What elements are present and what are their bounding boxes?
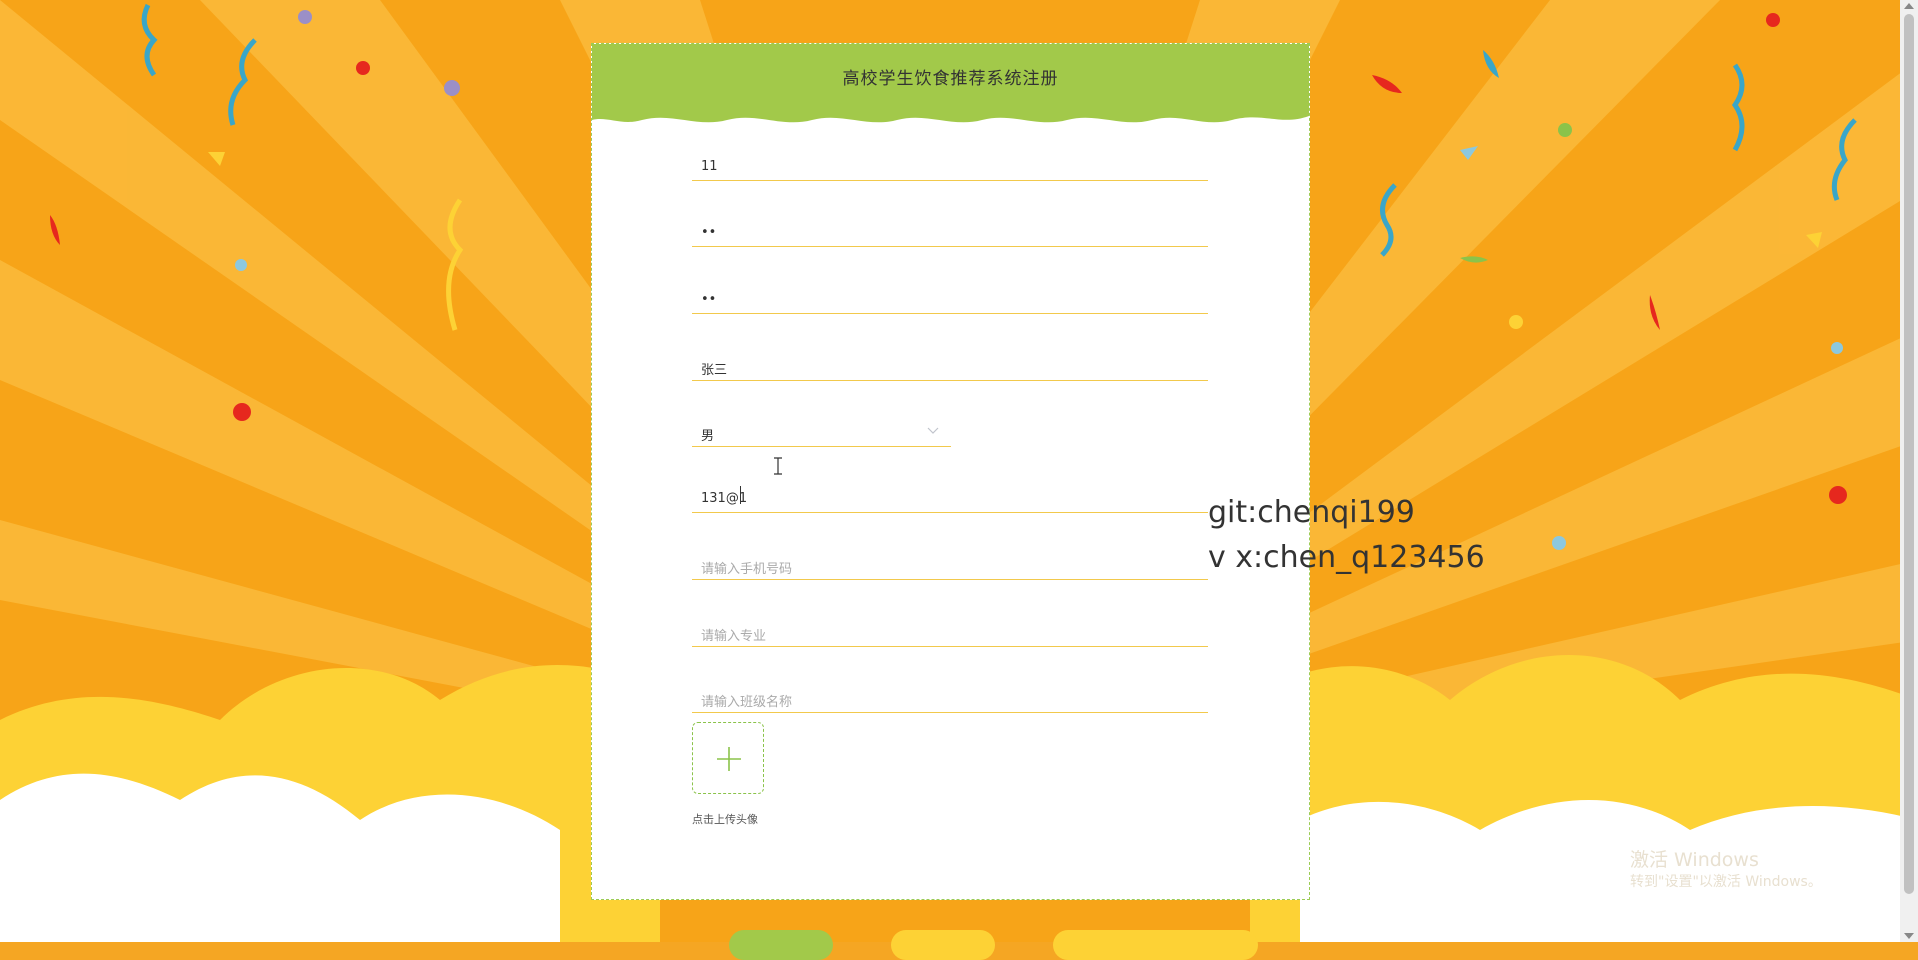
register-button[interactable] bbox=[729, 930, 833, 960]
real-name-value: 张三 bbox=[701, 363, 728, 378]
watermark-line-2: v x:chen_q123456 bbox=[1208, 540, 1485, 575]
avatar-upload-label: 点击上传头像 bbox=[692, 813, 758, 826]
back-to-login-button[interactable] bbox=[1053, 930, 1258, 960]
plus-icon bbox=[717, 747, 741, 771]
gender-select[interactable]: 男 bbox=[692, 401, 951, 447]
watermark-line-1: git:chenqi199 bbox=[1208, 495, 1415, 530]
confirm-password-input[interactable]: •• bbox=[692, 268, 1208, 314]
vertical-scrollbar[interactable] bbox=[1900, 0, 1918, 942]
username-value: 11 bbox=[701, 159, 718, 174]
wave-decoration bbox=[592, 110, 1309, 123]
phone-placeholder: 请输入手机号码 bbox=[701, 562, 793, 577]
major-placeholder: 请输入专业 bbox=[701, 629, 767, 644]
email-input[interactable]: 131@1 bbox=[692, 467, 1208, 513]
text-caret bbox=[740, 486, 741, 504]
registration-card: 高校学生饮食推荐系统注册 11 •• •• 张三 男 131@1 请输入手机号码… bbox=[591, 43, 1310, 900]
confirm-password-value: •• bbox=[701, 292, 717, 307]
real-name-input[interactable]: 张三 bbox=[692, 335, 1208, 381]
phone-input[interactable]: 请输入手机号码 bbox=[692, 534, 1208, 580]
scrollbar-thumb[interactable] bbox=[1904, 14, 1914, 894]
scroll-up-arrow[interactable] bbox=[1904, 3, 1914, 9]
major-input[interactable]: 请输入专业 bbox=[692, 601, 1208, 647]
scroll-down-arrow[interactable] bbox=[1904, 933, 1914, 939]
windows-activation-subtitle: 转到"设置"以激活 Windows。 bbox=[1630, 874, 1822, 890]
avatar-upload-button[interactable] bbox=[692, 722, 764, 794]
gender-selected: 男 bbox=[701, 429, 715, 444]
username-input[interactable]: 11 bbox=[692, 135, 1208, 181]
text-cursor-icon bbox=[774, 457, 782, 475]
password-input[interactable]: •• bbox=[692, 201, 1208, 247]
reset-button[interactable] bbox=[891, 930, 995, 960]
chevron-down-icon bbox=[927, 427, 939, 434]
password-value: •• bbox=[701, 225, 717, 240]
class-name-placeholder: 请输入班级名称 bbox=[701, 695, 793, 710]
windows-activation-title: 激活 Windows bbox=[1630, 849, 1759, 871]
class-name-input[interactable]: 请输入班级名称 bbox=[692, 667, 1208, 713]
page-title: 高校学生饮食推荐系统注册 bbox=[842, 69, 1059, 89]
card-header: 高校学生饮食推荐系统注册 bbox=[592, 44, 1309, 123]
